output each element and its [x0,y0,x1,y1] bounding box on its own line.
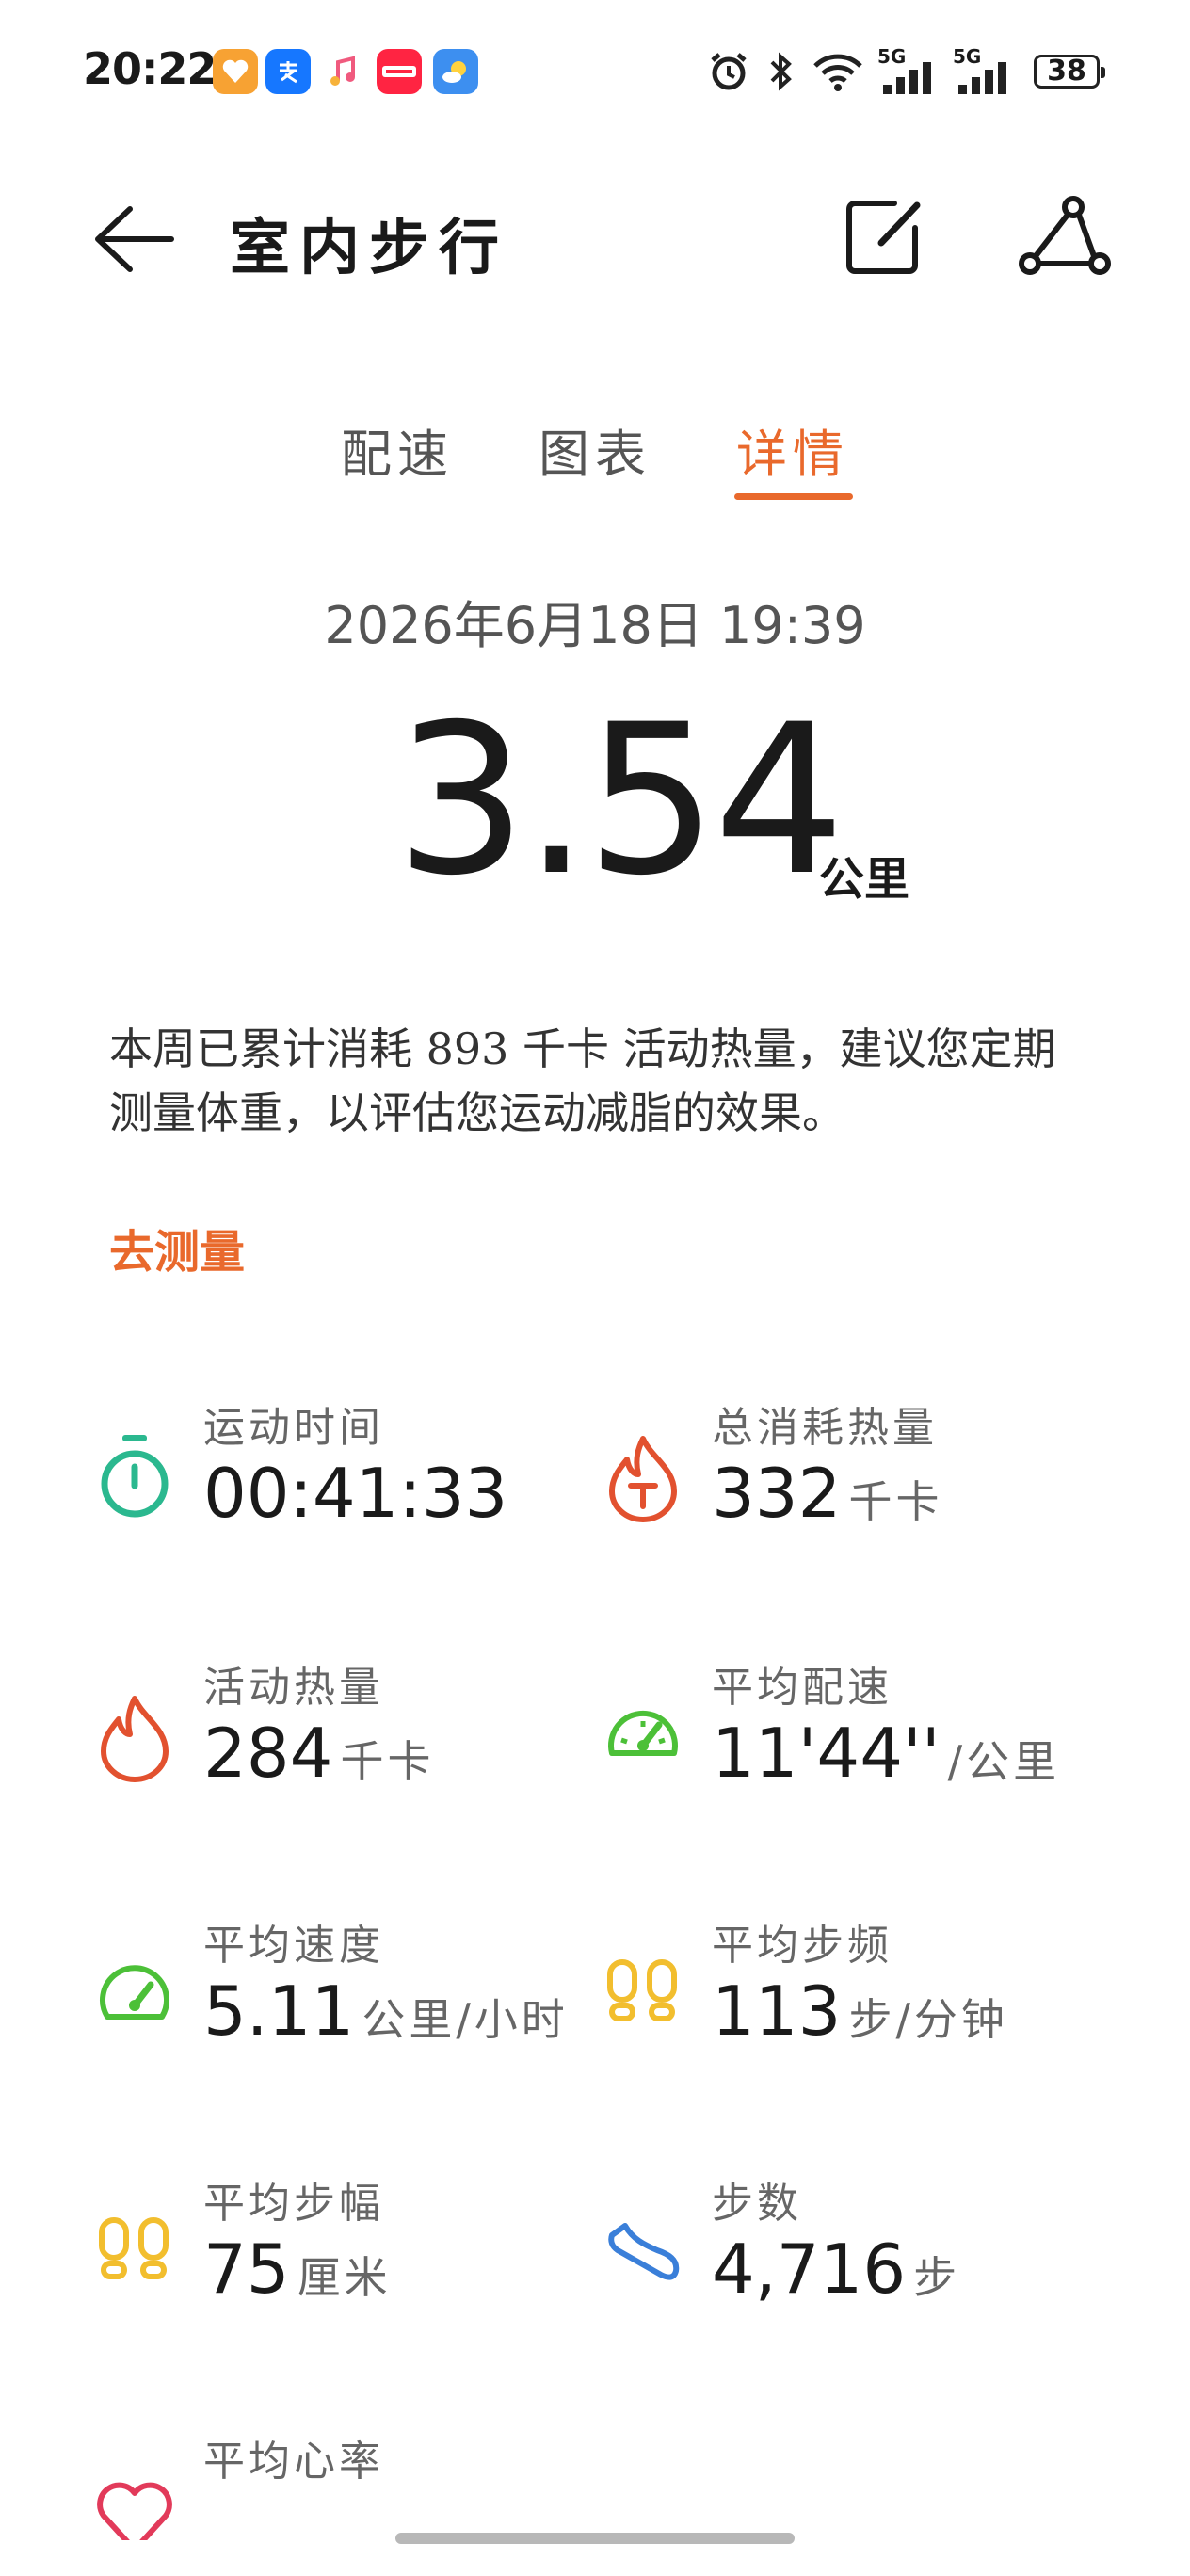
metric-total-calories: 总消耗热量 332 千卡 [603,1393,1092,1563]
flame-icon [101,1696,169,1782]
footprints-icon [607,1959,677,2021]
metric-value: 332 [712,1454,842,1533]
alarm-icon [711,53,747,90]
metric-value: 284 [203,1714,333,1793]
tab-chart[interactable]: 图表 [539,412,651,487]
status-bar: 20:22 5G 5G 38 [0,0,1190,141]
xiaohongshu-icon [377,49,422,94]
footprints-icon [99,2217,169,2279]
status-time: 20:22 [83,43,217,94]
metric-value: 00:41:33 [203,1454,508,1533]
active-tab-indicator [734,493,853,500]
workout-datetime: 2026年6月18日 19:39 [324,596,866,655]
measure-link[interactable]: 去测量 [109,1215,245,1280]
alipay-icon [265,49,311,94]
home-indicator[interactable] [395,2533,795,2544]
metric-value: 75 [203,2230,290,2309]
page-title: 室内步行 [230,213,508,283]
route-share-icon[interactable] [1017,194,1111,279]
signal-5g-2: 5G [953,45,1013,94]
metric-avg-pace: 平均配速 11'44''/公里 [603,1653,1092,1823]
weather-icon [433,49,478,94]
metric-label: 平均步幅 [203,2180,384,2228]
metric-label: 平均配速 [712,1664,892,1712]
flame-total-icon [609,1436,677,1522]
metric-avg-heart-rate: 平均心率 [94,2427,584,2540]
metric-unit: 厘米 [297,2252,392,2303]
shoe-icon [608,2223,680,2280]
metric-unit: /公里 [947,1736,1061,1787]
metric-unit: 步/分钟 [848,1994,1008,2045]
battery-indicator: 38 [1034,55,1105,89]
metric-avg-speed: 平均速度 5.11 公里/小时 [94,1911,584,2081]
metric-label: 平均步频 [712,1922,892,1970]
metric-value: 113 [712,1972,842,2051]
music-icon [320,49,365,94]
distance-unit: 公里 [819,853,910,906]
metric-value: 11'44'' [712,1714,941,1793]
stopwatch-icon [101,1435,169,1518]
metric-label: 总消耗热量 [712,1404,938,1452]
metric-unit: 千卡 [848,1476,943,1527]
tab-details[interactable]: 详情 [736,412,849,487]
back-arrow-icon[interactable] [92,201,177,277]
metric-unit: 公里/小时 [362,1994,569,2045]
metric-label: 运动时间 [203,1404,384,1452]
metric-unit: 步 [913,2252,961,2303]
metric-label: 活动热量 [203,1664,384,1712]
metric-label: 平均心率 [203,2438,384,2486]
metric-steps: 步数 4,716 步 [603,2169,1092,2339]
metric-avg-stride: 平均步幅 75 厘米 [94,2169,584,2339]
metric-value: 5.11 [203,1972,355,2051]
calorie-notice: 本周已累计消耗 893 千卡 活动热量，建议您定期测量体重，以评估您运动减脂的效… [109,1023,1056,1138]
edit-icon[interactable] [842,194,926,279]
bluetooth-icon [770,52,792,91]
metric-label: 平均速度 [203,1922,384,1970]
heart-icon [97,2482,172,2540]
metric-unit: 千卡 [340,1736,435,1787]
gauge-icon [608,1710,678,1756]
signal-5g-1: 5G [877,45,938,94]
speedometer-icon [100,1965,169,2020]
metric-duration: 运动时间 00:41:33 [94,1393,584,1563]
metric-value: 4,716 [712,2230,907,2309]
metric-label: 步数 [712,2180,802,2228]
distance-value: 3.54 [395,680,845,921]
wifi-icon [813,54,862,91]
health-app-icon [213,49,258,94]
tab-pace[interactable]: 配速 [341,412,454,487]
metric-active-calories: 活动热量 284 千卡 [94,1653,584,1823]
metric-avg-cadence: 平均步频 113 步/分钟 [603,1911,1092,2081]
